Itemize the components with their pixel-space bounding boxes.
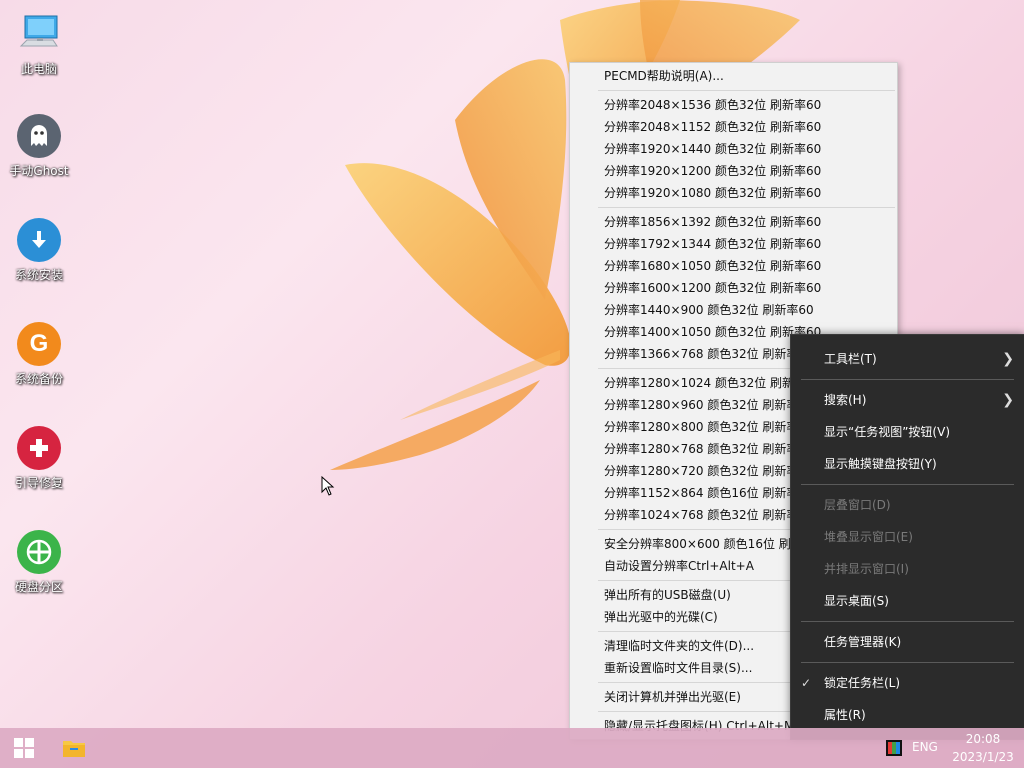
menu-item-label: 显示桌面(S)	[824, 594, 889, 608]
menu-item-search[interactable]: 搜索(H) ❯	[791, 384, 1024, 416]
menu-item-resolution[interactable]: 分辨率1792×1344 颜色32位 刷新率60	[570, 233, 897, 255]
mouse-cursor-icon	[321, 476, 335, 496]
file-explorer-icon	[63, 741, 85, 757]
menu-separator	[598, 207, 895, 208]
menu-item-cascade-windows: 层叠窗口(D)	[791, 489, 1024, 521]
menu-item-resolution[interactable]: 分辨率2048×1536 颜色32位 刷新率60	[570, 94, 897, 116]
checkmark-icon: ✓	[801, 676, 812, 690]
menu-item-properties[interactable]: 属性(R)	[791, 699, 1024, 731]
menu-item-resolution[interactable]: 分辨率1920×1440 颜色32位 刷新率60	[570, 138, 897, 160]
menu-item-resolution[interactable]: 分辨率1440×900 颜色32位 刷新率60	[570, 299, 897, 321]
menu-item-resolution[interactable]: 分辨率1856×1392 颜色32位 刷新率60	[570, 211, 897, 233]
menu-item-resolution[interactable]: 分辨率1920×1080 颜色32位 刷新率60	[570, 182, 897, 204]
menu-item-label: 任务管理器(K)	[824, 635, 902, 649]
plus-repair-icon	[17, 426, 61, 470]
clock-date: 2023/1/23	[952, 750, 1014, 764]
menu-item-label: 并排显示窗口(I)	[824, 562, 909, 576]
menu-item-label: 锁定任务栏(L)	[824, 676, 901, 690]
menu-item-side-by-side: 并排显示窗口(I)	[791, 553, 1024, 585]
menu-item-pecmd-help[interactable]: PECMD帮助说明(A)...	[570, 65, 897, 87]
desktop-icon-label: 硬盘分区	[14, 580, 63, 594]
desktop-icon-system-backup[interactable]: G 系统备份	[6, 322, 72, 387]
taskbar-context-menu: 工具栏(T) ❯ 搜索(H) ❯ 显示“任务视图”按钮(V) 显示触摸键盘按钮(…	[790, 334, 1024, 740]
menu-item-lock-taskbar[interactable]: ✓ 锁定任务栏(L)	[791, 667, 1024, 699]
menu-separator	[801, 662, 1014, 663]
menu-item-resolution[interactable]: 分辨率1600×1200 颜色32位 刷新率60	[570, 277, 897, 299]
clock-time: 20:08	[965, 732, 1001, 746]
taskbar: ENG 20:08 2023/1/23	[0, 728, 1024, 768]
start-button[interactable]	[0, 728, 48, 768]
windows-start-icon	[14, 738, 34, 758]
menu-item-label: 搜索(H)	[824, 393, 867, 407]
desktop-icon-label: 系统备份	[14, 372, 63, 386]
menu-item-resolution[interactable]: 分辨率2048×1152 颜色32位 刷新率60	[570, 116, 897, 138]
partition-icon	[17, 530, 61, 574]
menu-item-show-task-view[interactable]: 显示“任务视图”按钮(V)	[791, 416, 1024, 448]
menu-item-label: 堆叠显示窗口(E)	[824, 530, 913, 544]
chevron-right-icon: ❯	[1002, 392, 1014, 408]
menu-separator	[801, 379, 1014, 380]
desktop-icon-label: 此电脑	[20, 62, 57, 76]
menu-separator	[598, 90, 895, 91]
menu-separator	[801, 484, 1014, 485]
desktop-icon-system-install[interactable]: 系统安装	[6, 218, 72, 283]
language-indicator[interactable]: ENG	[912, 740, 938, 754]
chevron-right-icon: ❯	[1002, 351, 1014, 367]
color-display-icon[interactable]	[886, 740, 902, 756]
menu-item-toolbars[interactable]: 工具栏(T) ❯	[791, 343, 1024, 375]
menu-item-label: 工具栏(T)	[824, 352, 877, 366]
download-icon	[17, 218, 61, 262]
menu-separator	[801, 621, 1014, 622]
g-backup-icon: G	[17, 322, 61, 366]
menu-item-resolution[interactable]: 分辨率1680×1050 颜色32位 刷新率60	[570, 255, 897, 277]
menu-item-label: 属性(R)	[824, 708, 866, 722]
desktop-icon-label: 系统安装	[14, 268, 63, 282]
menu-item-resolution[interactable]: 分辨率1920×1200 颜色32位 刷新率60	[570, 160, 897, 182]
menu-item-label: 层叠窗口(D)	[824, 498, 891, 512]
desktop-icon-manual-ghost[interactable]: 手动Ghost	[6, 114, 72, 179]
ghost-icon	[17, 114, 61, 158]
system-clock[interactable]: 20:08 2023/1/23	[948, 730, 1018, 766]
file-explorer-button[interactable]	[50, 728, 98, 768]
desktop-icon-disk-partition[interactable]: 硬盘分区	[6, 530, 72, 595]
menu-item-task-manager[interactable]: 任务管理器(K)	[791, 626, 1024, 658]
menu-item-show-desktop[interactable]: 显示桌面(S)	[791, 585, 1024, 617]
menu-item-show-touch-keyboard[interactable]: 显示触摸键盘按钮(Y)	[791, 448, 1024, 480]
computer-icon	[17, 12, 61, 56]
desktop-icon-label: 引导修复	[14, 476, 63, 490]
menu-item-label: 显示“任务视图”按钮(V)	[824, 425, 951, 439]
menu-item-stack-windows: 堆叠显示窗口(E)	[791, 521, 1024, 553]
desktop-icon-this-pc[interactable]: 此电脑	[6, 12, 72, 77]
desktop-icon-boot-repair[interactable]: 引导修复	[6, 426, 72, 491]
menu-item-label: 显示触摸键盘按钮(Y)	[824, 457, 937, 471]
desktop-icon-label: 手动Ghost	[9, 164, 69, 178]
